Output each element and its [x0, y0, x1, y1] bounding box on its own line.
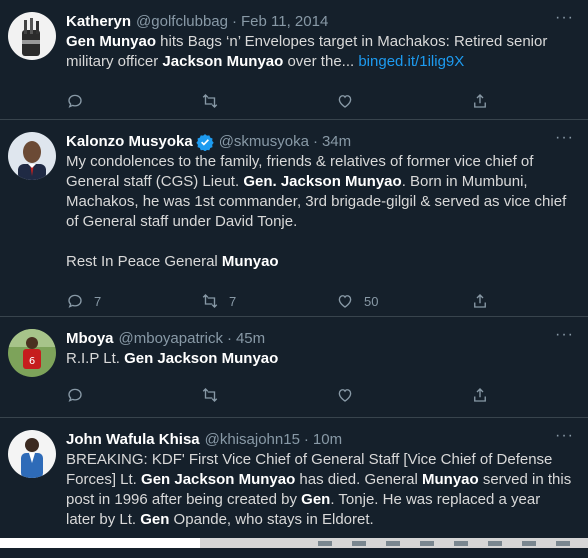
taskbar-app-icon[interactable]	[318, 541, 332, 546]
taskbar-app-icon[interactable]	[420, 541, 434, 546]
tweet-actions	[66, 78, 572, 124]
tweet-paragraph: Rest In Peace General Munyao	[66, 252, 572, 272]
taskbar-app-icon[interactable]	[454, 541, 468, 546]
separator-dot: ·	[232, 13, 237, 30]
tweet-mboya[interactable]: 6 Mboya @mboyapatrick · 45m ··· R.I.P Lt…	[0, 317, 588, 418]
like-button[interactable]: 50	[336, 292, 471, 310]
tweet-text: My condolences to the family, friends & …	[66, 152, 572, 272]
tweet-text: Gen Munyao hits Bags ‘n’ Envelopes targe…	[66, 32, 572, 72]
retweet-button[interactable]	[201, 92, 336, 110]
tweet-timestamp[interactable]: 34m	[322, 132, 351, 152]
separator-dot: ·	[303, 431, 309, 448]
more-options-icon[interactable]: ···	[555, 428, 574, 444]
taskbar-app-icon[interactable]	[488, 541, 502, 546]
author-handle[interactable]: @skmusyoka	[219, 132, 309, 152]
like-button[interactable]	[336, 92, 471, 110]
tweet-actions	[66, 372, 572, 418]
text-bold: Gen Jackson Munyao	[141, 471, 296, 488]
taskbar-search-area[interactable]	[0, 538, 200, 548]
avatar[interactable]	[8, 12, 56, 60]
text-bold: Gen	[140, 511, 170, 528]
reply-button[interactable]	[66, 386, 201, 404]
author-name[interactable]: Kalonzo Musyoka	[66, 132, 193, 152]
tweet-header: Mboya @mboyapatrick · 45m	[66, 329, 572, 349]
taskbar-app-icon[interactable]	[556, 541, 570, 546]
retweet-count: 7	[229, 293, 237, 309]
share-icon	[474, 294, 486, 308]
os-taskbar	[0, 538, 588, 548]
heart-icon	[338, 95, 352, 108]
separator-dot: ·	[226, 330, 232, 347]
reply-icon	[68, 388, 82, 402]
like-count: 50	[364, 293, 379, 309]
tweet-text: R.I.P Lt. Gen Jackson Munyao	[66, 349, 572, 369]
avatar[interactable]	[8, 430, 56, 478]
author-name[interactable]: John Wafula Khisa	[66, 430, 200, 450]
separator-dot: ·	[312, 133, 318, 150]
tweet-timestamp[interactable]: 10m	[313, 430, 342, 450]
verified-badge-icon	[196, 134, 214, 151]
author-handle[interactable]: @mboyapatrick	[119, 329, 223, 349]
retweet-button[interactable]: 7	[201, 292, 336, 310]
retweet-icon	[202, 388, 218, 402]
author-handle[interactable]: @khisajohn15	[205, 430, 300, 450]
reply-button[interactable]: 7	[66, 292, 201, 310]
share-icon	[474, 388, 486, 402]
tweet-header: Katheryn @golfclubbag · Feb 11, 2014	[66, 12, 572, 32]
share-button[interactable]	[471, 292, 489, 310]
text-span: has died. General	[295, 471, 422, 488]
more-options-icon[interactable]: ···	[555, 130, 574, 146]
svg-text:6: 6	[29, 356, 35, 367]
heart-icon	[338, 295, 352, 308]
text-bold: Munyao	[221, 253, 279, 270]
text-span: R.I.P Lt.	[66, 350, 125, 367]
share-button[interactable]	[471, 92, 489, 110]
tweet-paragraph: My condolences to the family, friends & …	[66, 152, 572, 232]
tweet-john-wafula-khisa[interactable]: John Wafula Khisa @khisajohn15 · 10m ···…	[0, 418, 588, 558]
taskbar-app-icon[interactable]	[352, 541, 366, 546]
text-bold: Jackson Munyao	[162, 53, 284, 70]
retweet-icon	[202, 94, 218, 108]
like-button[interactable]	[336, 386, 471, 404]
tweet-kalonzo-musyoka[interactable]: Kalonzo Musyoka @skmusyoka · 34m ··· My …	[0, 120, 588, 317]
text-span: Rest In Peace General	[66, 253, 222, 270]
tweet-header: John Wafula Khisa @khisajohn15 · 10m	[66, 430, 572, 450]
text-bold: Gen Munyao	[66, 33, 157, 50]
avatar[interactable]: 6	[8, 329, 56, 377]
text-span: Opande, who stays in Eldoret.	[169, 511, 374, 528]
tweet-text: BREAKING: KDF' First Vice Chief of Gener…	[66, 450, 572, 530]
retweet-icon	[202, 294, 218, 308]
tweet-link[interactable]: binged.it/1ilig9X	[358, 53, 464, 70]
more-options-icon[interactable]: ···	[555, 10, 574, 26]
share-button[interactable]	[471, 386, 489, 404]
timeline-feed: Katheryn @golfclubbag · Feb 11, 2014 ···…	[0, 0, 588, 558]
text-span: over the...	[283, 53, 359, 70]
tweet-timestamp[interactable]: 45m	[236, 329, 265, 349]
reply-icon	[68, 94, 82, 108]
tweet-header: Kalonzo Musyoka @skmusyoka · 34m	[66, 132, 572, 152]
text-bold: Gen. Jackson Munyao	[243, 173, 402, 190]
avatar[interactable]	[8, 132, 56, 180]
reply-icon	[68, 294, 82, 308]
tweet-timestamp[interactable]: Feb 11, 2014	[241, 12, 328, 32]
more-options-icon[interactable]: ···	[555, 327, 574, 343]
retweet-button[interactable]	[201, 386, 336, 404]
text-bold: Gen	[301, 491, 331, 508]
author-handle[interactable]: @golfclubbag	[136, 12, 228, 32]
text-bold: Munyao	[422, 471, 479, 488]
text-bold: Gen Jackson Munyao	[124, 350, 279, 367]
taskbar-app-icon[interactable]	[386, 541, 400, 546]
author-name[interactable]: Katheryn	[66, 12, 131, 32]
heart-icon	[338, 389, 352, 402]
reply-button[interactable]	[66, 92, 201, 110]
taskbar-app-icon[interactable]	[522, 541, 536, 546]
author-name[interactable]: Mboya	[66, 329, 114, 349]
tweet-katheryn[interactable]: Katheryn @golfclubbag · Feb 11, 2014 ···…	[0, 0, 588, 120]
reply-count: 7	[94, 293, 102, 309]
share-icon	[474, 94, 486, 108]
